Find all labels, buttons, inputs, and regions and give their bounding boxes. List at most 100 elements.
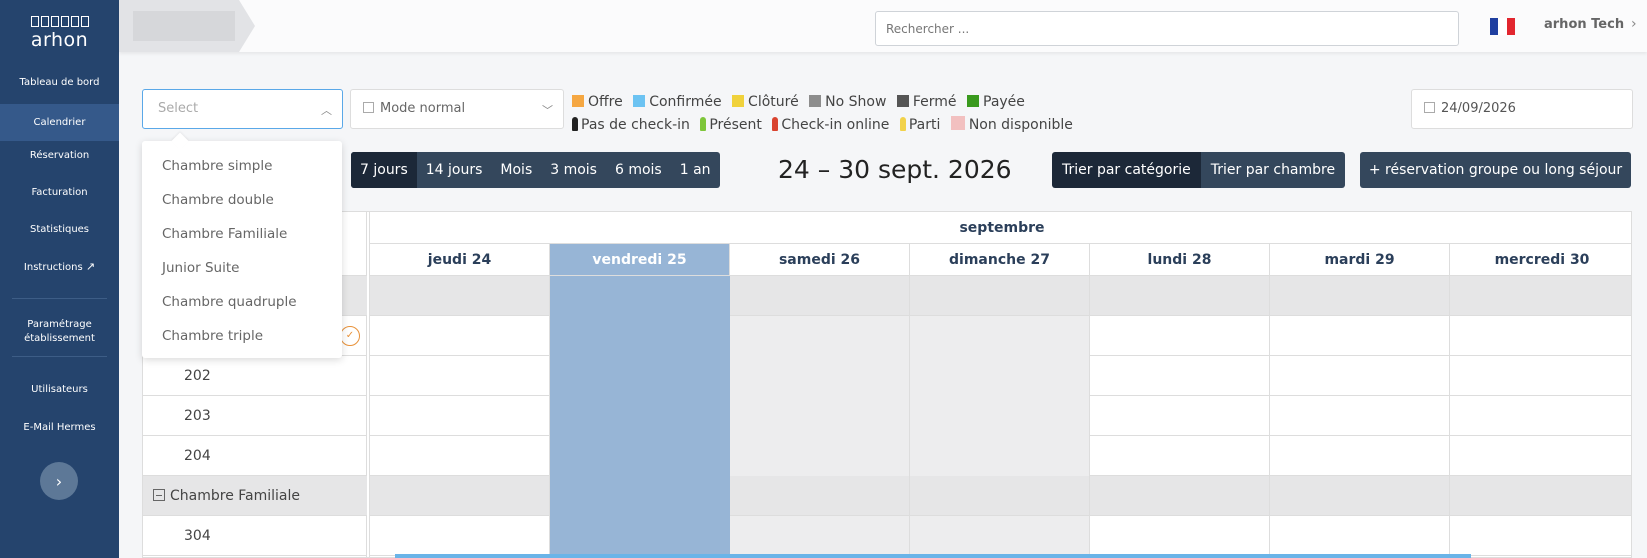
chevron-right-icon[interactable]: › <box>1631 16 1637 32</box>
resource-category-row[interactable]: Chambre Familiale <box>143 476 367 516</box>
date-picker[interactable]: 24/09/2026 <box>1411 89 1633 129</box>
sidebar-item-instructions[interactable]: Instructions ↗ <box>0 260 119 275</box>
legend-item: Confirmée <box>633 94 722 110</box>
calendar-cell[interactable] <box>1270 316 1450 356</box>
calendar-cell[interactable] <box>730 316 910 356</box>
calendar-cell[interactable] <box>910 436 1090 476</box>
range-3-months-button[interactable]: 3 mois <box>541 152 606 188</box>
calendar-cell[interactable] <box>1090 316 1270 356</box>
swatch-icon <box>896 95 909 107</box>
dropdown-option[interactable]: Chambre double <box>142 183 342 217</box>
dropdown-option[interactable]: Junior Suite <box>142 251 342 285</box>
range-14-days-button[interactable]: 14 jours <box>417 152 492 188</box>
calendar-days-area: septembre jeudi 24 vendredi 25 samedi 26… <box>369 212 1631 557</box>
swatch-icon <box>732 95 745 107</box>
day-header: mercredi 30 <box>1450 244 1631 276</box>
swatch-icon <box>633 95 646 107</box>
dropdown-option[interactable]: Chambre simple <box>142 149 342 183</box>
resource-room-row[interactable]: 204 <box>143 436 367 476</box>
sort-by-category-button[interactable]: Trier par catégorie <box>1052 152 1201 188</box>
calendar-cell[interactable] <box>1090 516 1270 556</box>
sort-by-room-button[interactable]: Trier par chambre <box>1200 152 1346 188</box>
range-month-button[interactable]: Mois <box>491 152 541 188</box>
search-input[interactable] <box>875 11 1459 46</box>
calendar-cell[interactable] <box>370 516 550 556</box>
calendar-cell[interactable] <box>1090 396 1270 436</box>
swatch-icon <box>572 95 584 107</box>
calendar-cell[interactable] <box>910 516 1090 556</box>
calendar-cell[interactable] <box>910 276 1090 316</box>
resource-room-row[interactable]: 203 <box>143 396 367 436</box>
calendar-cell[interactable] <box>1270 276 1450 316</box>
topbar: arhon Tech › <box>119 0 1647 52</box>
range-6-months-button[interactable]: 6 mois <box>606 152 671 188</box>
person-icon <box>700 117 707 131</box>
status-circle-icon[interactable]: ✓ <box>340 326 360 346</box>
status-legend: Offre Confirmée Clôturé No Show Fermé Pa… <box>572 91 1079 137</box>
chevron-down-icon: ﹀ <box>542 104 553 117</box>
calendar-cell[interactable] <box>370 476 550 516</box>
calendar-cell[interactable] <box>910 476 1090 516</box>
calendar-cell[interactable] <box>730 276 910 316</box>
calendar-cell[interactable] <box>370 356 550 396</box>
chevron-up-icon: ︿ <box>321 104 332 117</box>
sidebar-item-reservation[interactable]: Réservation <box>0 149 119 163</box>
mode-value: Mode normal <box>380 101 466 116</box>
calendar-cell[interactable] <box>910 396 1090 436</box>
dropdown-option[interactable]: Chambre triple <box>142 319 342 353</box>
calendar-cell[interactable] <box>1090 276 1270 316</box>
dropdown-option[interactable]: Chambre quadruple <box>142 285 342 319</box>
legend-item: Payée <box>967 94 1025 110</box>
logo[interactable]: arhon <box>0 16 119 51</box>
calendar-cell[interactable] <box>730 396 910 436</box>
calendar-cell[interactable] <box>730 356 910 396</box>
sidebar-item-dashboard[interactable]: Tableau de bord <box>0 76 119 90</box>
sidebar-item-calendar[interactable]: Calendrier <box>0 104 119 141</box>
french-flag-icon[interactable] <box>1490 18 1515 35</box>
calendar-cell[interactable] <box>1270 436 1450 476</box>
resource-room-row[interactable]: 304 <box>143 516 367 556</box>
user-name[interactable]: arhon Tech <box>1544 17 1624 32</box>
calendar-cell[interactable] <box>370 316 550 356</box>
room-type-select[interactable]: Select ︿ <box>142 89 343 129</box>
chevron-right-icon: › <box>55 471 63 491</box>
calendar-cell[interactable] <box>1090 476 1270 516</box>
range-1-year-button[interactable]: 1 an <box>671 152 720 188</box>
legend-item: Clôturé <box>732 94 799 110</box>
dropdown-option[interactable]: Chambre Familiale <box>142 217 342 251</box>
group-booking-button[interactable]: + réservation groupe ou long séjour <box>1360 152 1631 188</box>
sidebar-item-users[interactable]: Utilisateurs <box>0 383 119 397</box>
sidebar-item-billing[interactable]: Facturation <box>0 186 119 200</box>
sidebar-item-email-hermes[interactable]: E-Mail Hermes <box>0 421 119 435</box>
collapse-icon[interactable] <box>153 489 165 501</box>
person-icon <box>772 117 779 131</box>
calendar-cell[interactable] <box>1270 396 1450 436</box>
date-range-title: 24 – 30 sept. 2026 <box>778 155 1012 184</box>
calendar-cell[interactable] <box>910 356 1090 396</box>
sidebar-expand-button[interactable]: › <box>40 462 78 500</box>
legend-item: Présent <box>700 117 762 133</box>
calendar-cell[interactable] <box>730 516 910 556</box>
calendar-cell[interactable] <box>1270 516 1450 556</box>
sidebar-divider <box>12 298 107 299</box>
calendar-cell[interactable] <box>730 436 910 476</box>
calendar-cell[interactable] <box>1270 356 1450 396</box>
legend-status-row: Offre Confirmée Clôturé No Show Fermé Pa… <box>572 91 1079 114</box>
day-header: mardi 29 <box>1270 244 1450 276</box>
range-7-days-button[interactable]: 7 jours <box>351 152 417 188</box>
calendar-cell[interactable] <box>1270 476 1450 516</box>
calendar-cell[interactable] <box>730 476 910 516</box>
calendar-cell[interactable] <box>910 316 1090 356</box>
day-header-today: vendredi 25 <box>550 244 730 276</box>
calendar-cell[interactable] <box>370 436 550 476</box>
calendar-cell[interactable] <box>1090 356 1270 396</box>
horizontal-scrollbar[interactable] <box>395 554 1471 558</box>
mode-select[interactable]: Mode normal ﹀ <box>350 89 564 129</box>
calendar-cell[interactable] <box>370 396 550 436</box>
calendar-cell[interactable] <box>1090 436 1270 476</box>
sidebar-item-settings[interactable]: Paramétrage établissement <box>0 318 119 346</box>
calendar-cell[interactable] <box>370 276 550 316</box>
resource-room-row[interactable]: 202 <box>143 356 367 396</box>
sidebar-item-statistics[interactable]: Statistiques <box>0 223 119 237</box>
day-header: dimanche 27 <box>910 244 1090 276</box>
